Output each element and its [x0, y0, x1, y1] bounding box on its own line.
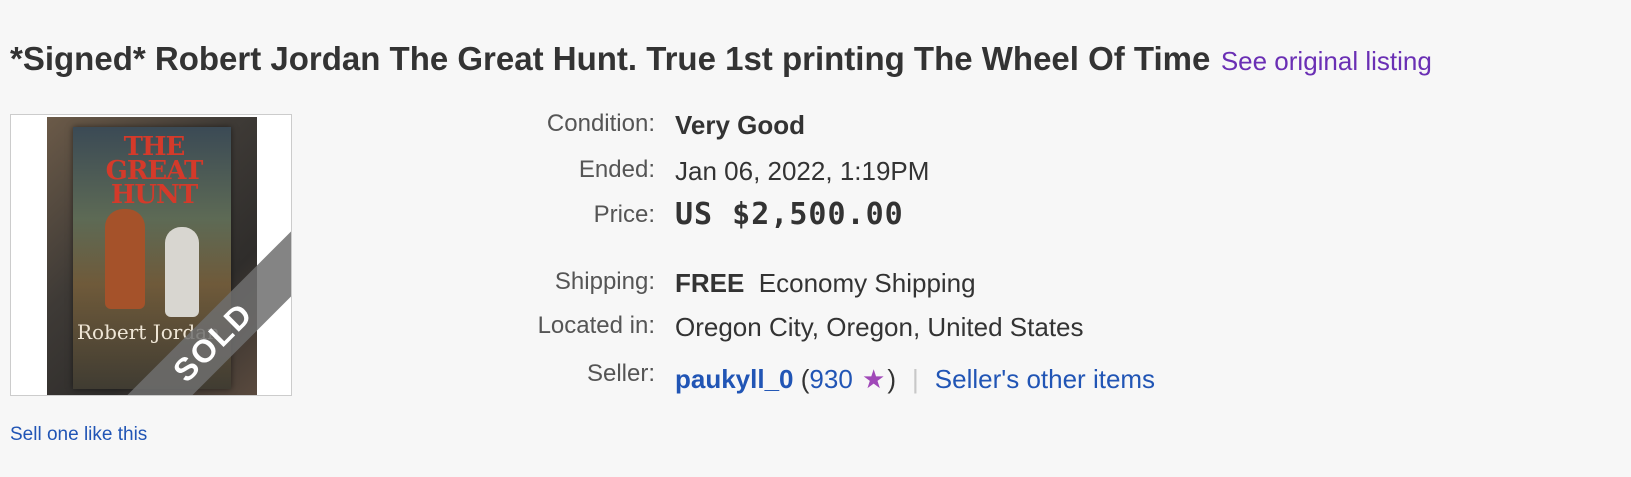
sell-one-like-this-link[interactable]: Sell one like this	[10, 424, 147, 446]
ended-value: Jan 06, 2022, 1:19PM	[675, 156, 930, 186]
ended-time: 1:19PM	[839, 156, 930, 186]
sellers-other-items-link[interactable]: Seller's other items	[935, 364, 1155, 394]
ended-date: Jan 06, 2022	[675, 156, 826, 186]
seller-close-paren: )	[887, 364, 897, 394]
see-original-listing-link[interactable]: See original listing	[1221, 46, 1432, 76]
listing-title: *Signed* Robert Jordan The Great Hunt. T…	[10, 40, 1211, 77]
seller-label: Seller:	[586, 360, 655, 387]
price-row: Price:	[0, 201, 655, 241]
price-label: Price:	[593, 201, 655, 228]
ended-label: Ended:	[578, 156, 655, 183]
seller-feedback-score[interactable]: 930	[809, 364, 852, 394]
condition-label: Condition:	[546, 110, 655, 137]
purple-star-icon: ★	[862, 364, 886, 394]
seller-row: Seller:	[0, 360, 655, 400]
location-value: Oregon City, Oregon, United States	[675, 312, 1084, 342]
location-row: Located in:	[0, 312, 655, 352]
shipping-row: Shipping:	[0, 268, 655, 308]
shipping-value: FREE Economy Shipping	[675, 268, 976, 299]
listing-title-row: *Signed* Robert Jordan The Great Hunt. T…	[10, 40, 1432, 78]
shipping-label: Shipping:	[554, 268, 655, 295]
seller-name-link[interactable]: paukyll_0	[675, 364, 794, 394]
location-label: Located in:	[537, 312, 655, 339]
shipping-free: FREE	[675, 268, 745, 298]
ended-row: Ended:	[0, 156, 655, 196]
shipping-method: Economy Shipping	[758, 268, 976, 298]
seller-value: paukyll_0 (930 ★) | Seller's other items	[675, 364, 1155, 395]
condition-value: Very Good	[675, 110, 806, 140]
price-value: US $2,500.00	[675, 197, 904, 232]
condition-row: Condition:	[0, 110, 655, 150]
separator: |	[912, 364, 919, 394]
